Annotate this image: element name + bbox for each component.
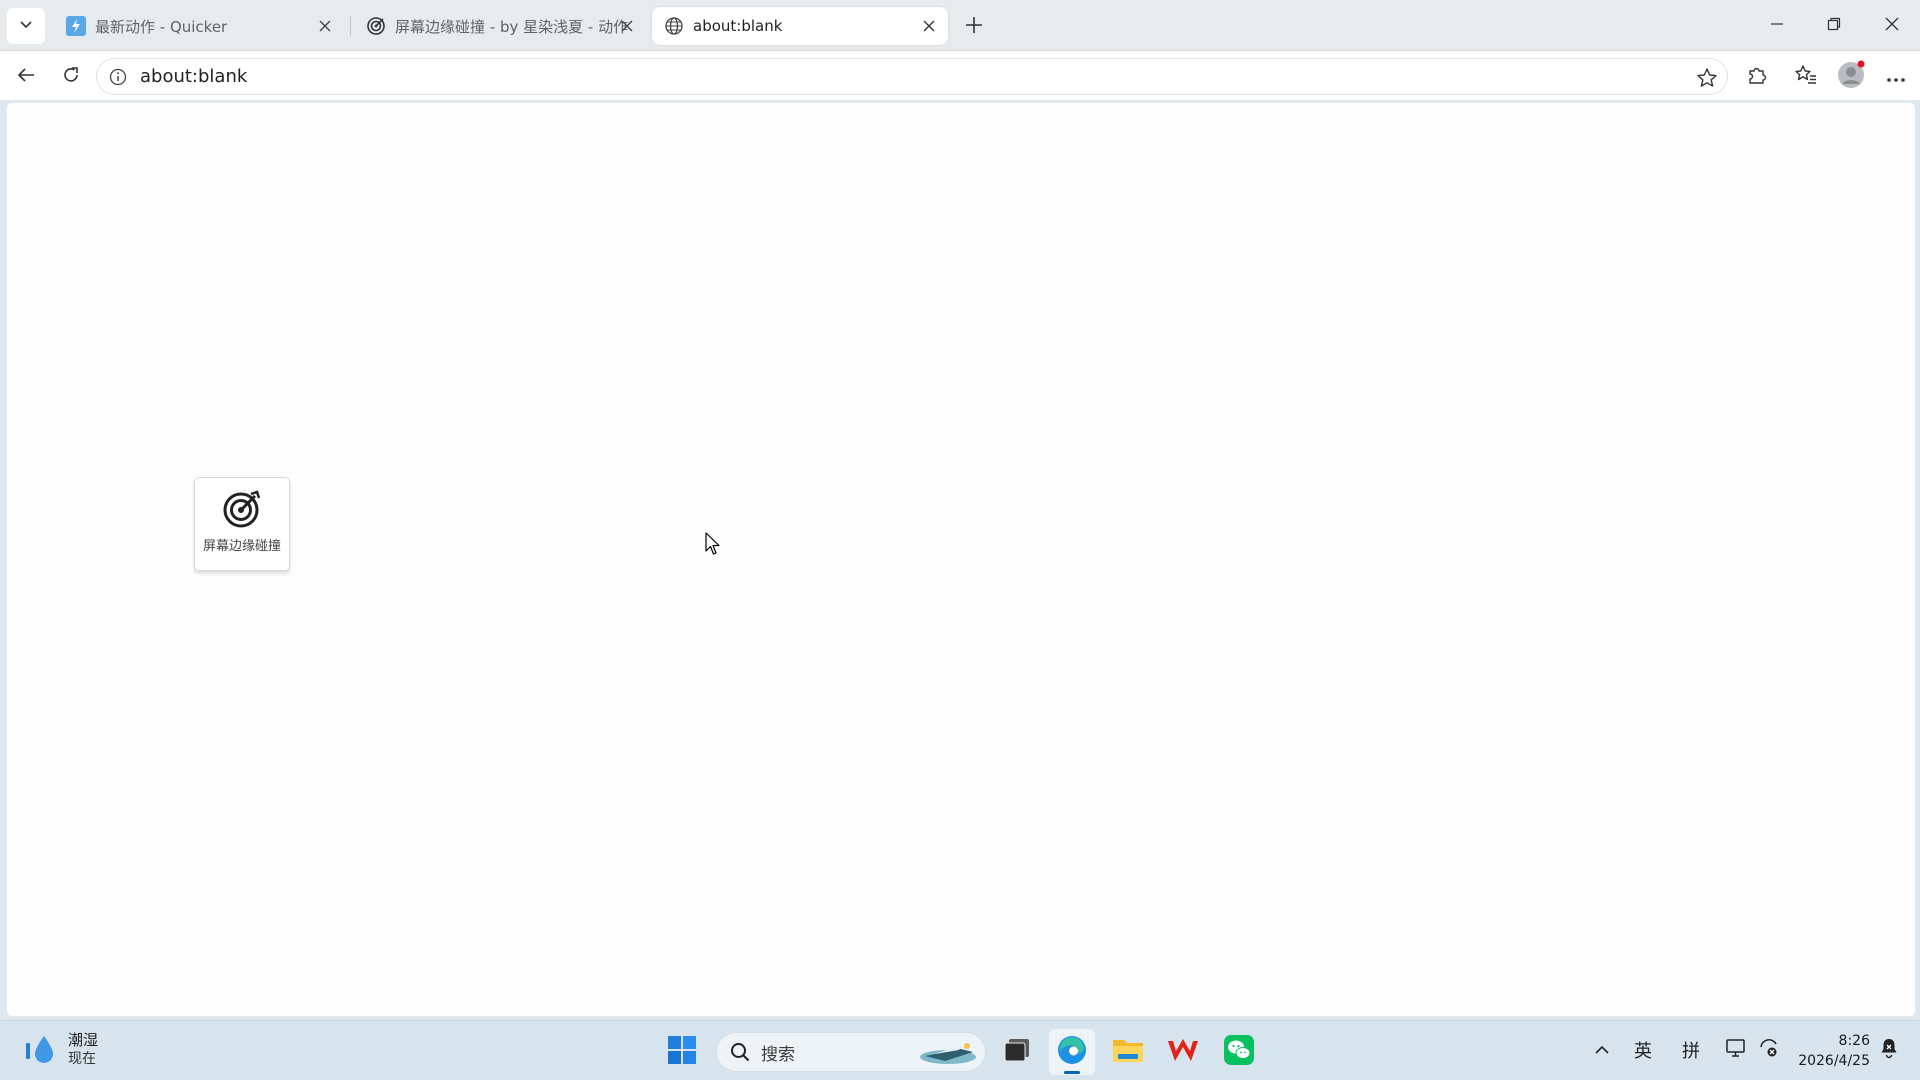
search-placeholder: 搜索 [761,1044,795,1065]
bell-icon [1879,1037,1899,1064]
muted-icon [1759,1038,1779,1063]
taskbar: 潮湿 现在 搜索 英 拼 8:26 2026/4/25 [0,1020,1920,1080]
windows-start-icon [667,1035,697,1069]
browser-toolbar: about:blank [0,51,1920,100]
wechat-button[interactable] [1216,1029,1262,1075]
file-explorer-button[interactable] [1105,1029,1151,1075]
tab-title: 屏幕边缘碰撞 - by 星染浅夏 - 动作 [395,17,629,36]
minimize-button[interactable] [1757,8,1797,42]
restore-icon [1827,16,1841,35]
edge-taskbar-button[interactable] [1049,1029,1095,1075]
network-disconnected-icon [1726,1038,1748,1063]
wps-button[interactable] [1160,1029,1206,1075]
task-view-button[interactable] [994,1029,1040,1075]
new-tab-button[interactable] [958,11,990,43]
start-button[interactable] [659,1029,705,1075]
settings-more-button[interactable] [1879,60,1913,94]
globe-icon [664,16,684,36]
profile-button[interactable] [1834,60,1868,94]
show-hidden-icons-button[interactable] [1590,1035,1614,1065]
site-info-icon[interactable] [107,66,129,88]
volume-status-button[interactable] [1756,1035,1782,1065]
address-url[interactable]: about:blank [140,66,247,87]
plus-icon [964,15,984,39]
tab-divider [350,16,351,36]
address-bar[interactable]: about:blank [96,58,1728,95]
search-icon [729,1041,751,1063]
weather-widget[interactable]: 潮湿 现在 [22,1031,98,1069]
ime-language-toggle[interactable]: 英 [1628,1035,1658,1065]
target-icon [366,16,386,36]
star-icon[interactable] [1695,66,1719,90]
network-status-button[interactable] [1723,1035,1751,1065]
widget-label: 屏幕边缘碰撞 [202,539,281,554]
weather-condition: 潮湿 [68,1031,99,1049]
quicker-icon [66,16,86,36]
refresh-button[interactable] [53,59,89,95]
notifications-button[interactable] [1876,1035,1902,1065]
tab-quicker[interactable]: 最新动作 - Quicker [54,7,344,45]
taskbar-search-box[interactable]: 搜索 [716,1032,986,1072]
water-drop-icon [22,1032,58,1068]
task-view-icon [1003,1037,1031,1067]
tab-edge-collision[interactable]: 屏幕边缘碰撞 - by 星染浅夏 - 动作 [354,7,646,45]
tab-title: about:blank [693,17,783,35]
close-tab-icon[interactable] [316,17,334,35]
wps-icon [1167,1036,1199,1068]
minimize-icon [1770,16,1784,35]
close-icon [1885,16,1899,35]
chevron-down-icon [18,16,34,36]
arrow-left-icon [16,65,36,89]
mouse-cursor-icon [705,532,721,556]
tab-title: 最新动作 - Quicker [95,17,228,36]
refresh-icon [61,65,81,89]
puzzle-icon [1746,64,1768,90]
edge-icon [1056,1034,1088,1070]
clock-time: 8:26 [1838,1033,1870,1049]
ime-mode-toggle[interactable]: 拼 [1676,1035,1706,1065]
tab-about-blank[interactable]: about:blank [652,7,948,45]
clock-date: 2026/4/25 [1798,1053,1870,1069]
system-clock[interactable]: 8:26 2026/4/25 [1798,1031,1870,1071]
tab-strip: 最新动作 - Quicker 屏幕边缘碰撞 - by 星染浅夏 - 动作 abo… [0,0,1920,51]
back-button[interactable] [8,59,44,95]
file-explorer-icon [1112,1036,1144,1068]
close-tab-icon[interactable] [618,17,636,35]
avatar [1836,60,1866,94]
wechat-icon [1223,1034,1255,1070]
chevron-up-icon [1594,1040,1610,1061]
extensions-button[interactable] [1740,60,1774,94]
active-app-indicator [1064,1071,1080,1074]
edge-collision-widget[interactable]: 屏幕边缘碰撞 [194,477,290,571]
search-highlight-image [915,1037,981,1069]
close-window-button[interactable] [1872,8,1912,42]
target-icon [222,489,262,529]
close-tab-icon[interactable] [920,17,938,35]
favorites-button[interactable] [1789,60,1823,94]
page-viewport [6,102,1916,1017]
weather-time: 现在 [68,1051,96,1067]
favorites-list-icon [1794,64,1818,90]
more-horizontal-icon [1886,68,1906,87]
tab-actions-menu-button[interactable] [7,8,45,44]
restore-button[interactable] [1814,8,1854,42]
